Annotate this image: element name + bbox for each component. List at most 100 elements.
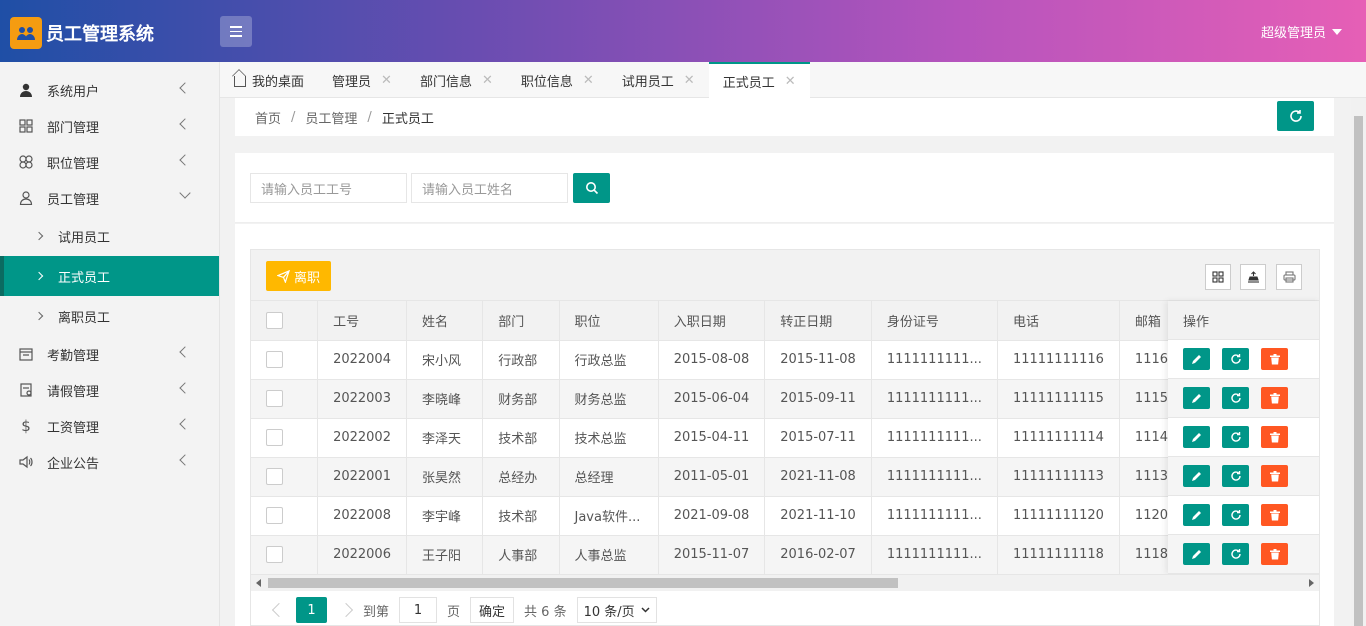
print-icon[interactable]: [1276, 264, 1302, 290]
tab-departments[interactable]: 部门信息 ✕: [406, 62, 507, 98]
row-checkbox[interactable]: [266, 429, 283, 446]
delete-button[interactable]: [1261, 387, 1288, 409]
user-menu[interactable]: 超级管理员: [1261, 22, 1342, 41]
tab-positions[interactable]: 职位信息 ✕: [507, 62, 608, 98]
tab-label: 管理员: [332, 74, 372, 90]
sidebar-item-leave[interactable]: 请假管理: [0, 372, 219, 408]
next-page-icon[interactable]: [338, 602, 354, 618]
confirm-page-button[interactable]: 确定: [470, 597, 515, 623]
trash-icon: [1269, 509, 1280, 520]
sidebar-item-system-users[interactable]: 系统用户: [0, 72, 219, 108]
sidebar-subitem-regular[interactable]: 正式员工: [0, 256, 219, 296]
table-row[interactable]: 2022008 李宇峰 技术部 Java软件... 2021-09-08 2021-11-…: [251, 496, 1319, 536]
reset-button[interactable]: [1222, 465, 1249, 487]
reset-button[interactable]: [1222, 543, 1249, 565]
tab-label: 部门信息: [419, 74, 472, 90]
reset-button[interactable]: [1222, 387, 1249, 409]
table-row[interactable]: 2022006 王子阳 人事部 人事总监 2015-11-07 2016-02-07 111…: [251, 535, 1319, 575]
table-row[interactable]: 2022002 李泽天 技术部 技术总监 2015-04-11 2015-07-11 111…: [251, 418, 1319, 458]
horizontal-scrollbar[interactable]: [251, 574, 1319, 591]
sidebar-item-label: 部门管理: [47, 120, 100, 136]
close-icon[interactable]: ✕: [583, 73, 594, 88]
table-row[interactable]: 2022004 宋小风 行政部 行政总监 2015-08-08 2015-11-08 111…: [251, 340, 1319, 380]
close-icon[interactable]: ✕: [381, 73, 392, 88]
column-header[interactable]: 转正日期: [764, 301, 872, 341]
edit-button[interactable]: [1183, 348, 1210, 370]
column-header[interactable]: 姓名: [406, 301, 484, 341]
sidebar-item-salary[interactable]: $ 工资管理: [0, 408, 219, 444]
table-cell: 1111111111...: [871, 418, 998, 458]
sidebar-subitem-probation[interactable]: 试用员工: [0, 216, 219, 256]
delete-button[interactable]: [1261, 465, 1288, 487]
search-button[interactable]: [573, 173, 610, 203]
reset-button[interactable]: [1222, 504, 1249, 526]
column-header[interactable]: 身份证号: [871, 301, 998, 341]
refresh-button[interactable]: [1277, 101, 1314, 131]
current-page[interactable]: 1: [296, 597, 327, 623]
table-cell: 11111111113: [997, 457, 1120, 497]
column-header[interactable]: 职位: [559, 301, 659, 341]
select-all-checkbox[interactable]: [266, 311, 283, 329]
row-checkbox[interactable]: [266, 507, 283, 524]
table-row[interactable]: 2022003 李晓峰 财务部 财务总监 2015-06-04 2015-09-11 111…: [251, 379, 1319, 419]
employee-name-input[interactable]: 请输入员工姓名: [411, 173, 568, 203]
scrollbar-thumb[interactable]: [268, 578, 898, 588]
vertical-scrollbar[interactable]: [1351, 98, 1366, 626]
sidebar-item-announcements[interactable]: 企业公告: [0, 444, 219, 480]
menu-toggle-button[interactable]: [220, 16, 252, 47]
user-icon: [18, 82, 34, 98]
trash-icon: [1269, 353, 1280, 364]
delete-button[interactable]: [1261, 426, 1288, 448]
employee-id-input[interactable]: 请输入员工工号: [250, 173, 407, 203]
resign-button[interactable]: 离职: [266, 261, 332, 291]
grid-icon: [18, 118, 34, 134]
user-name: 超级管理员: [1260, 26, 1326, 41]
tab-regular[interactable]: 正式员工 ✕: [708, 62, 810, 98]
sidebar-item-employees[interactable]: 员工管理: [0, 180, 219, 216]
scroll-right-icon[interactable]: [1309, 579, 1314, 587]
tab-desktop[interactable]: 我的桌面: [220, 62, 318, 98]
export-icon[interactable]: [1240, 264, 1266, 290]
close-icon[interactable]: ✕: [482, 73, 493, 88]
reset-button[interactable]: [1222, 348, 1249, 370]
operations-row: [1168, 457, 1319, 496]
row-checkbox[interactable]: [266, 468, 283, 485]
column-header[interactable]: 部门: [482, 301, 560, 341]
close-icon[interactable]: ✕: [684, 73, 695, 88]
columns-filter-icon[interactable]: [1205, 264, 1231, 290]
breadcrumb-home[interactable]: 首页: [255, 108, 281, 127]
prev-page-icon[interactable]: [271, 602, 287, 618]
row-checkbox[interactable]: [266, 390, 283, 407]
scrollbar-thumb[interactable]: [1354, 116, 1363, 626]
edit-button[interactable]: [1183, 426, 1210, 448]
close-icon[interactable]: ✕: [785, 74, 796, 89]
scroll-left-icon[interactable]: [256, 579, 261, 587]
form-icon: [18, 382, 34, 398]
delete-button[interactable]: [1261, 543, 1288, 565]
row-checkbox[interactable]: [266, 546, 283, 563]
reset-button[interactable]: [1222, 426, 1249, 448]
column-header[interactable]: 电话: [997, 301, 1120, 341]
page-size-select[interactable]: 10 条/页: [576, 597, 657, 623]
delete-button[interactable]: [1261, 348, 1288, 370]
tab-probation[interactable]: 试用员工 ✕: [608, 62, 709, 98]
column-header[interactable]: 工号: [317, 301, 407, 341]
app-logo[interactable]: 员工管理系统: [10, 17, 154, 49]
sidebar-item-departments[interactable]: 部门管理: [0, 108, 219, 144]
row-checkbox[interactable]: [266, 351, 283, 368]
edit-button[interactable]: [1183, 387, 1210, 409]
table-cell: 2022002: [317, 418, 407, 458]
edit-button[interactable]: [1183, 543, 1210, 565]
column-header[interactable]: 入职日期: [658, 301, 766, 341]
table-row[interactable]: 2022001 张昊然 总经办 总经理 2011-05-01 2021-11-08 1111…: [251, 457, 1319, 497]
page-number-input[interactable]: 1: [399, 597, 438, 623]
tab-admins[interactable]: 管理员 ✕: [318, 62, 406, 98]
sidebar-subitem-resigned[interactable]: 离职员工: [0, 296, 219, 336]
sidebar-item-positions[interactable]: 职位管理: [0, 144, 219, 180]
sidebar-item-attendance[interactable]: 考勤管理: [0, 336, 219, 372]
breadcrumb-section[interactable]: 员工管理: [305, 108, 357, 127]
edit-button[interactable]: [1183, 465, 1210, 487]
sidebar-item-label: 企业公告: [47, 456, 100, 472]
edit-button[interactable]: [1183, 504, 1210, 526]
delete-button[interactable]: [1261, 504, 1288, 526]
